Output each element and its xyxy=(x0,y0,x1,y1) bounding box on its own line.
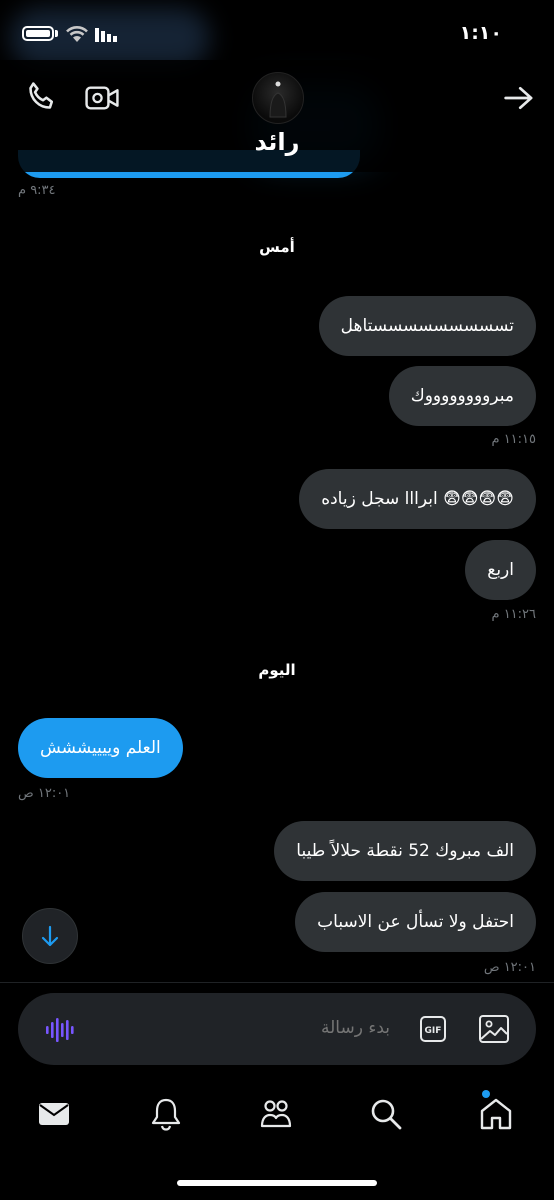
battery-icon xyxy=(22,26,54,41)
gif-button[interactable]: GIF xyxy=(420,1016,446,1042)
message-bubble-outgoing[interactable]: مبرووووووووك xyxy=(388,366,536,426)
voice-waveform-icon[interactable] xyxy=(44,1016,76,1044)
avatar-figure xyxy=(269,81,287,118)
message-bubble-outgoing[interactable]: ابرااا سجل زياده 😨😨😨😨 xyxy=(299,469,536,529)
message-input[interactable] xyxy=(200,1018,390,1038)
divider xyxy=(0,982,554,983)
scroll-to-bottom-button[interactable] xyxy=(22,908,78,964)
message-timestamp: ١٢:٠١ ص xyxy=(483,960,536,975)
contact-name[interactable]: رائد xyxy=(0,128,554,156)
mail-icon[interactable] xyxy=(36,1096,72,1132)
message-timestamp: ١١:٢٦ م xyxy=(491,607,537,622)
date-separator: اليوم xyxy=(258,661,296,679)
wifi-icon xyxy=(66,26,88,42)
message-timestamp: ٩:٣٤ م xyxy=(18,183,56,198)
message-timestamp: ١١:١٥ م xyxy=(491,432,537,447)
scroll-down-arrow-icon xyxy=(41,925,59,947)
bell-icon[interactable] xyxy=(148,1096,184,1132)
search-icon[interactable] xyxy=(368,1096,404,1132)
message-timestamp: ١٢:٠١ ص xyxy=(18,786,71,801)
message-bubble-outgoing[interactable]: اربع xyxy=(465,540,536,600)
home-notification-dot xyxy=(482,1090,490,1098)
contact-avatar[interactable] xyxy=(252,72,304,124)
video-icon[interactable] xyxy=(84,82,120,114)
home-indicator xyxy=(177,1180,377,1186)
gif-label: GIF xyxy=(425,1026,442,1036)
back-arrow-icon[interactable] xyxy=(502,82,536,114)
message-bubble-outgoing[interactable]: احتفل ولا تسأل عن الاسباب xyxy=(295,892,536,952)
date-separator: أمس xyxy=(259,238,295,256)
communities-icon[interactable] xyxy=(258,1096,294,1132)
message-bubble-incoming[interactable]: العلم وييييششش xyxy=(18,718,183,778)
gif-icon: GIF xyxy=(420,1016,446,1042)
message-bubble-outgoing[interactable]: تسسسسسسسسستاهل xyxy=(318,296,536,356)
message-bubble-outgoing[interactable]: الف مبروك 52 نقطة حلالاً طيبا xyxy=(274,821,536,881)
status-time: ١:١٠ xyxy=(459,22,502,44)
phone-icon[interactable] xyxy=(24,80,58,114)
cellular-signal-icon xyxy=(95,28,117,42)
image-icon[interactable] xyxy=(478,1014,510,1044)
home-icon[interactable] xyxy=(478,1096,514,1132)
battery-tip xyxy=(55,30,58,37)
